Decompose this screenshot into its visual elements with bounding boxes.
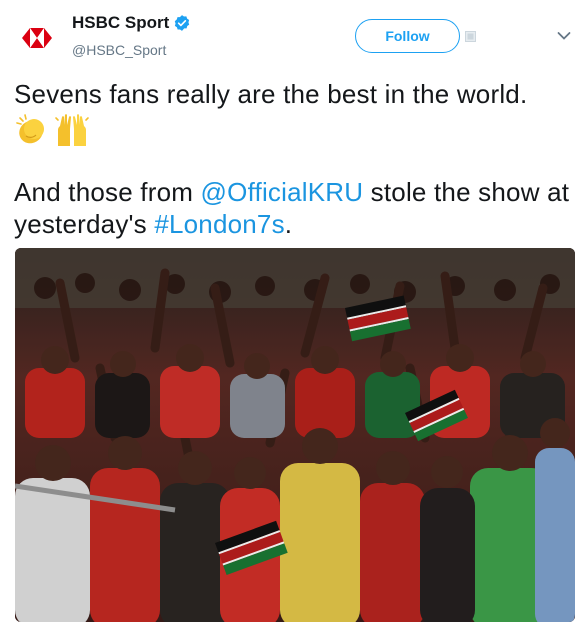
verified-badge-icon — [175, 15, 190, 31]
hashtag-link[interactable]: #London7s — [154, 209, 284, 239]
raising-hands-emoji — [55, 114, 89, 146]
tweet-text-end: . — [284, 209, 293, 239]
tweet-line-2: And those from @OfficialKRU stole the sh… — [14, 176, 574, 240]
tweet-header: HSBC Sport @HSBC_Sport Follow — [0, 0, 586, 70]
account-handle[interactable]: @HSBC_Sport — [72, 42, 166, 58]
display-name[interactable]: HSBC Sport — [72, 13, 169, 33]
chevron-down-icon[interactable] — [557, 31, 571, 41]
tweet-line-1: Sevens fans really are the best in the w… — [14, 79, 528, 109]
hsbc-logo-icon[interactable] — [22, 28, 52, 48]
mention-link[interactable]: @OfficialKRU — [201, 177, 364, 207]
tweet-source-icon — [465, 31, 476, 42]
clapping-hands-emoji — [16, 114, 44, 144]
crowd-photo[interactable] — [15, 248, 575, 622]
account-name-row[interactable]: HSBC Sport — [72, 13, 191, 33]
crowd-photo-image — [15, 248, 575, 622]
tweet-text: Sevens fans really are the best in the w… — [14, 78, 574, 240]
follow-button[interactable]: Follow — [355, 19, 460, 53]
tweet-text-before-mention: And those from — [14, 177, 201, 207]
emoji-row — [14, 112, 574, 148]
